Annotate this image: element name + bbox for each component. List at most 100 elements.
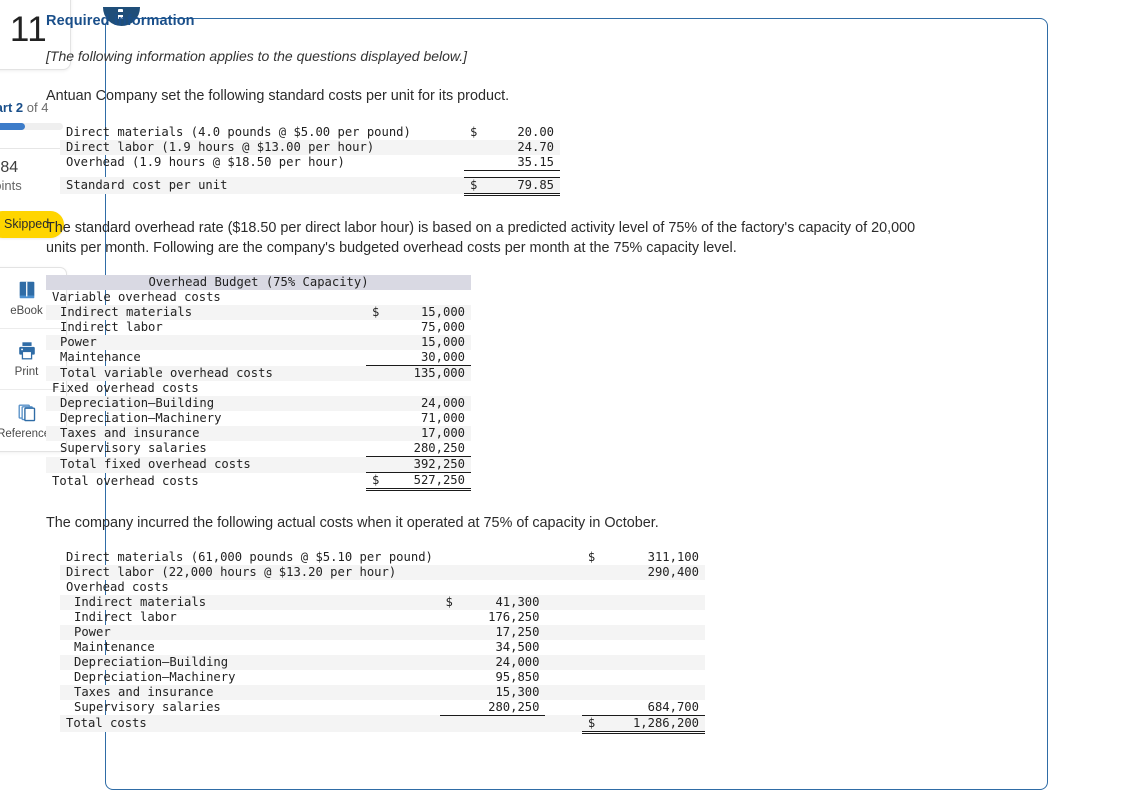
row-gap [545,670,581,685]
row-value-1 [466,550,546,565]
row-value: 15,000 [420,335,465,350]
row-value: 392,250 [392,456,471,474]
table-row: Taxes and insurance 17,000 [46,426,471,442]
row-value-1 [466,565,546,580]
row-currency-1 [440,655,466,670]
row-label: Direct labor (1.9 hours @ $13.00 per hou… [66,139,375,154]
row-currency-2 [582,565,608,580]
row-value: 30,000 [392,350,471,367]
row-gap [545,565,581,580]
table-row: Direct labor (22,000 hours @ $13.20 per … [60,564,705,580]
question-number: 11 [9,9,48,49]
row-gap [545,700,581,716]
row-label: Total variable overhead costs [60,365,273,380]
row-value-1: 17,250 [495,624,540,639]
row-value-1: 34,500 [495,639,540,654]
row-gap [545,550,581,565]
row-value-2 [608,595,705,610]
table-row: Indirect materials $41,300 [60,594,705,610]
row-label: Indirect materials [60,305,193,320]
row-value-1: 280,250 [465,699,546,716]
row-currency [366,441,392,458]
row-label: Taxes and insurance [74,684,214,699]
page-root: 11 Part 2 of 4 0.84 points Skipped [0,0,1141,799]
row-currency [464,140,490,155]
row-gap [545,595,581,610]
row-label: Total fixed overhead costs [60,457,251,472]
row-value: 280,250 [392,441,471,458]
row-currency-2 [582,580,608,595]
part-current: 2 [15,100,24,115]
row-value: 527,250 [392,472,471,492]
row-gap [545,580,581,595]
row-currency [366,335,392,350]
row-label: Supervisory salaries [60,441,207,456]
row-gap [545,655,581,670]
row-currency [366,366,392,382]
row-value: 15,000 [420,305,465,320]
row-label: Fixed overhead costs [52,381,199,396]
overhead-budget-table: Overhead Budget (75% Capacity) Variable … [46,275,471,492]
table-row: Direct materials (61,000 pounds @ $5.10 … [60,550,705,565]
table-row: Supervisory salaries 280,250 [46,441,471,458]
overhead-budget-header: Overhead Budget (75% Capacity) [46,275,471,291]
row-gap [545,640,581,655]
table-row: Total fixed overhead costs 392,250 [46,456,471,474]
row-label: Standard cost per unit [66,178,228,193]
sidebar-item-label: Print [14,366,39,378]
print-icon [16,340,38,362]
table-row: Maintenance 30,000 [46,350,471,367]
table-row: Variable overhead costs [46,290,471,305]
applies-note: [The following information applies to th… [46,48,468,64]
row-value-1: 24,000 [495,654,540,669]
row-currency: $ [470,124,478,139]
row-currency [366,320,392,335]
table-row: Direct labor (1.9 hours @ $13.00 per hou… [60,139,560,155]
row-currency-2 [582,685,608,700]
row-label: Depreciation—Machinery [74,669,236,684]
row-value-2 [608,580,705,595]
row-label: Indirect labor [60,320,163,335]
question-content: Required information [The following info… [46,13,941,734]
table-row: Depreciation—Building 24,000 [46,396,471,412]
row-value-1: 176,250 [488,609,540,624]
part-prefix: Part [0,100,13,115]
row-value: 24.70 [517,139,554,154]
row-value: 35.15 [490,154,560,171]
row-currency-2 [582,625,608,640]
row-value [392,381,471,396]
row-currency-2: $ [587,549,596,564]
row-label: Indirect materials [74,594,207,609]
row-currency-2 [582,640,608,655]
row-gap [545,685,581,700]
row-currency: $ [372,305,380,320]
row-currency [366,411,392,426]
row-currency [464,154,490,171]
table-row: Total overhead costs $527,250 [46,472,471,492]
row-value-2: 290,400 [647,564,699,579]
row-currency-1 [440,640,466,655]
row-label: Total costs [66,716,147,731]
table-spacer-row [60,170,560,177]
row-value-2 [608,685,705,700]
row-currency-1 [440,580,466,595]
table-row: Total variable overhead costs 135,000 [46,365,471,382]
row-label: Depreciation—Building [74,654,229,669]
row-gap [545,715,581,732]
table-row: Overhead (1.9 hours @ $18.50 per hour) 35… [60,154,560,171]
table-row: Fixed overhead costs [46,381,471,396]
spacer-cell [60,170,560,177]
row-currency-2 [582,655,608,670]
row-value: 17,000 [420,426,465,441]
actual-costs-table: Direct materials (61,000 pounds @ $5.10 … [60,550,705,734]
row-currency-2: $ [581,715,609,734]
row-currency [366,426,392,441]
row-value [392,290,471,305]
ebook-icon [16,279,38,301]
sidebar-item-label: eBook [10,305,43,317]
table-row: Indirect labor 75,000 [46,320,471,335]
progress-bar-fill [0,123,25,130]
row-label: Depreciation—Machinery [60,411,222,426]
table-row: Supervisory salaries 280,250 684,700 [60,699,705,716]
row-currency-1 [440,715,466,732]
